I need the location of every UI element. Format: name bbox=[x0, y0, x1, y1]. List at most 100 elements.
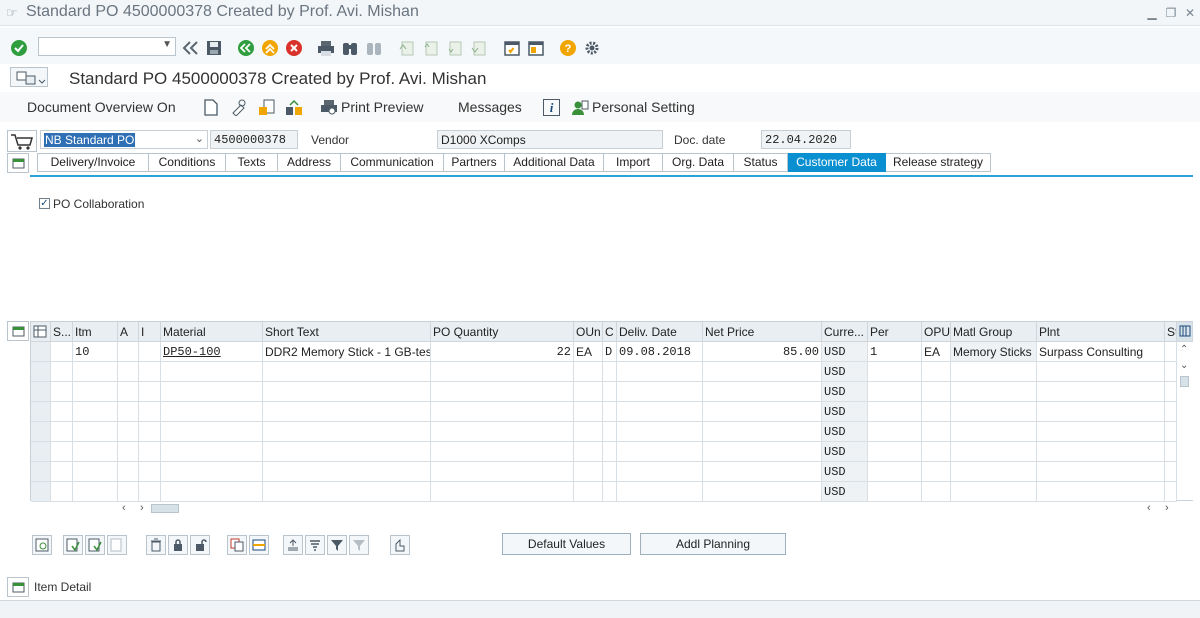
table-cell[interactable] bbox=[1037, 402, 1165, 422]
info-icon[interactable]: i bbox=[543, 99, 560, 116]
table-cell[interactable] bbox=[431, 442, 574, 462]
table-cell[interactable] bbox=[703, 362, 822, 382]
column-header[interactable]: Net Price bbox=[703, 322, 822, 342]
column-header[interactable]: PO Quantity bbox=[431, 322, 574, 342]
table-cell[interactable] bbox=[118, 342, 139, 362]
window-menu-icon[interactable]: ☞ bbox=[6, 5, 20, 20]
table-cell[interactable] bbox=[574, 382, 603, 402]
screen-toggle-icon[interactable] bbox=[10, 67, 48, 87]
row-selector[interactable] bbox=[31, 402, 51, 422]
table-cell[interactable] bbox=[617, 362, 703, 382]
table-cell[interactable] bbox=[603, 422, 617, 442]
row-selector[interactable] bbox=[31, 382, 51, 402]
delete-icon[interactable] bbox=[146, 535, 166, 555]
table-cell[interactable] bbox=[73, 362, 118, 382]
table-cell[interactable] bbox=[1037, 442, 1165, 462]
scroll-left-icon[interactable]: ‹ bbox=[122, 502, 126, 514]
row-selector[interactable] bbox=[31, 342, 51, 362]
table-cell[interactable] bbox=[868, 422, 922, 442]
table-cell[interactable] bbox=[574, 422, 603, 442]
find-next-icon[interactable] bbox=[364, 38, 384, 58]
table-cell[interactable] bbox=[118, 462, 139, 482]
column-header[interactable]: C bbox=[603, 322, 617, 342]
table-cell[interactable] bbox=[868, 402, 922, 422]
exit-icon[interactable] bbox=[260, 38, 280, 58]
table-cell[interactable] bbox=[1165, 442, 1177, 462]
unlock-icon[interactable] bbox=[190, 535, 210, 555]
po-collaboration-checkbox[interactable]: ✓ bbox=[39, 198, 50, 209]
row-selector[interactable] bbox=[31, 422, 51, 442]
table-cell[interactable] bbox=[1037, 482, 1165, 502]
table-cell[interactable] bbox=[868, 442, 922, 462]
expand-item-detail-icon[interactable] bbox=[7, 577, 29, 597]
table-cell[interactable] bbox=[617, 482, 703, 502]
previous-page-icon[interactable] bbox=[420, 38, 440, 58]
table-cell[interactable] bbox=[118, 442, 139, 462]
table-cell[interactable] bbox=[73, 422, 118, 442]
net-price-cell[interactable]: 85.00 bbox=[703, 342, 822, 362]
table-cell[interactable] bbox=[51, 362, 73, 382]
table-cell[interactable] bbox=[161, 402, 263, 422]
table-cell[interactable] bbox=[51, 422, 73, 442]
table-cell[interactable] bbox=[263, 482, 431, 502]
table-cell[interactable] bbox=[951, 442, 1037, 462]
back-icon[interactable] bbox=[236, 38, 256, 58]
table-cell[interactable] bbox=[922, 422, 951, 442]
table-cell[interactable] bbox=[951, 362, 1037, 382]
sort-ascending-icon[interactable] bbox=[283, 535, 303, 555]
scroll-thumb[interactable] bbox=[151, 504, 179, 513]
tab-additional-data[interactable]: Additional Data bbox=[505, 153, 604, 172]
document-overview-button[interactable]: Document Overview On bbox=[27, 99, 176, 115]
table-cell[interactable] bbox=[1037, 362, 1165, 382]
table-cell[interactable] bbox=[139, 362, 161, 382]
double-left-arrow-icon[interactable] bbox=[180, 38, 200, 58]
tab-conditions[interactable]: Conditions bbox=[149, 153, 226, 172]
table-cell[interactable] bbox=[868, 382, 922, 402]
item-number-cell[interactable]: 10 bbox=[73, 342, 118, 362]
table-cell[interactable] bbox=[1165, 362, 1177, 382]
column-header[interactable]: Matl Group bbox=[951, 322, 1037, 342]
find-icon[interactable] bbox=[340, 38, 360, 58]
addl-planning-button[interactable]: Addl Planning bbox=[640, 533, 786, 555]
shopping-cart-icon[interactable] bbox=[7, 130, 37, 152]
tab-org-data[interactable]: Org. Data bbox=[663, 153, 734, 172]
table-cell[interactable] bbox=[922, 482, 951, 502]
table-cell[interactable] bbox=[263, 462, 431, 482]
services-icon[interactable] bbox=[390, 535, 410, 555]
table-settings-icon[interactable] bbox=[31, 322, 51, 342]
column-header[interactable]: A bbox=[118, 322, 139, 342]
table-cell[interactable] bbox=[1037, 422, 1165, 442]
table-cell[interactable] bbox=[73, 402, 118, 422]
table-cell[interactable] bbox=[703, 442, 822, 462]
table-cell[interactable] bbox=[574, 362, 603, 382]
last-page-icon[interactable] bbox=[468, 38, 488, 58]
table-cell[interactable] bbox=[922, 382, 951, 402]
table-cell[interactable] bbox=[1165, 482, 1177, 502]
copy-item-icon[interactable] bbox=[85, 535, 105, 555]
chevron-down-icon[interactable]: ▼ bbox=[162, 39, 172, 50]
column-header[interactable]: I bbox=[139, 322, 161, 342]
table-cell[interactable] bbox=[603, 462, 617, 482]
table-cell[interactable] bbox=[51, 462, 73, 482]
cancel-icon[interactable] bbox=[284, 38, 304, 58]
table-cell[interactable] bbox=[574, 442, 603, 462]
tab-import[interactable]: Import bbox=[604, 153, 663, 172]
column-header[interactable]: Short Text bbox=[263, 322, 431, 342]
help-icon[interactable]: ? bbox=[558, 38, 578, 58]
table-cell[interactable] bbox=[118, 362, 139, 382]
table-cell[interactable] bbox=[139, 442, 161, 462]
personal-setting-icon[interactable] bbox=[571, 99, 589, 119]
check-document-icon[interactable] bbox=[258, 99, 276, 119]
table-cell[interactable] bbox=[703, 382, 822, 402]
table-cell[interactable] bbox=[73, 382, 118, 402]
table-cell[interactable] bbox=[431, 422, 574, 442]
table-cell[interactable] bbox=[868, 482, 922, 502]
column-header[interactable]: St bbox=[1165, 322, 1177, 342]
chevron-down-icon[interactable]: ⌄ bbox=[195, 132, 204, 145]
table-cell[interactable] bbox=[603, 442, 617, 462]
table-cell[interactable] bbox=[263, 422, 431, 442]
personal-setting-button[interactable]: Personal Setting bbox=[592, 99, 695, 115]
table-cell[interactable] bbox=[951, 382, 1037, 402]
material-cell[interactable]: DP50-100 bbox=[161, 342, 263, 362]
table-cell[interactable] bbox=[139, 462, 161, 482]
